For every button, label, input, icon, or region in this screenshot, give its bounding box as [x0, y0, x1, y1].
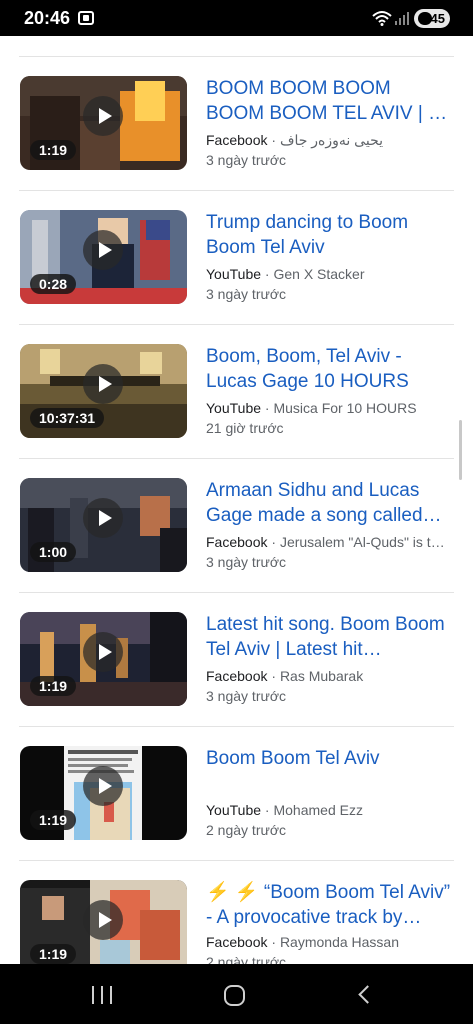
result-date: 3 ngày trước: [206, 152, 287, 168]
result-source: Facebook · Jerusalem "Al-Quds" is t…: [206, 534, 452, 550]
result-source: Facebook · Ras Mubarak: [206, 668, 452, 684]
channel-name: Mohamed Ezz: [273, 802, 363, 818]
video-thumbnail[interactable]: 10:37:31: [20, 344, 187, 438]
wifi-icon: [372, 11, 392, 26]
play-icon[interactable]: [83, 364, 123, 404]
separator: ·: [267, 934, 280, 950]
divider: [19, 56, 454, 57]
video-thumbnail[interactable]: 0:28: [20, 210, 187, 304]
result-title-link[interactable]: BOOM BOOM BOOM BOOM BOOM TEL AVIV | By ي…: [206, 76, 452, 126]
result-date: 3 ngày trước: [206, 554, 287, 570]
status-time: 20:46: [24, 8, 71, 28]
result-source: Facebook · Raymonda Hassan: [206, 934, 452, 950]
source-platform: Facebook: [206, 534, 268, 550]
divider: [19, 324, 454, 325]
play-icon[interactable]: [83, 766, 123, 806]
recent-apps-icon[interactable]: [92, 986, 112, 1004]
separator: ·: [261, 802, 274, 818]
channel-name: يحيى نەوزەر جاف: [279, 132, 383, 148]
result-date: 3 ngày trước: [206, 688, 287, 704]
video-duration: 1:19: [30, 140, 77, 160]
result-title-link[interactable]: ⚡ ⚡ “Boom Boom Tel Aviv” - A provocative…: [206, 880, 452, 930]
separator: ·: [267, 534, 280, 550]
video-duration: 1:19: [30, 810, 77, 830]
video-results-list[interactable]: 1:19 BOOM BOOM BOOM BOOM BOOM TEL AVIV |…: [0, 36, 473, 964]
signal-icon: [395, 12, 409, 25]
channel-name: Gen X Stacker: [273, 266, 365, 282]
source-platform: Facebook: [206, 668, 268, 684]
video-duration: 1:19: [30, 944, 77, 964]
source-platform: YouTube: [206, 266, 262, 282]
video-duration: 1:19: [30, 676, 77, 696]
video-duration: 10:37:31: [30, 408, 105, 428]
play-icon[interactable]: [83, 498, 123, 538]
video-duration: 1:00: [30, 542, 77, 562]
video-result[interactable]: 1:19 ⚡ ⚡ “Boom Boom Tel Aviv” - A provoc…: [0, 880, 473, 964]
result-date: 2 ngày trước: [206, 954, 287, 964]
divider: [19, 458, 454, 459]
play-icon[interactable]: [83, 230, 123, 270]
separator: ·: [267, 668, 280, 684]
source-platform: YouTube: [206, 802, 262, 818]
battery-level: 45: [430, 11, 445, 26]
play-icon[interactable]: [83, 96, 123, 136]
result-date: 3 ngày trước: [206, 286, 287, 302]
result-title-link[interactable]: Trump dancing to Boom Boom Tel Aviv: [206, 210, 452, 260]
result-source: YouTube · Musica For 10 HOURS: [206, 400, 452, 416]
channel-name: Ras Mubarak: [279, 668, 364, 684]
back-icon[interactable]: [358, 985, 377, 1004]
channel-name: Raymonda Hassan: [279, 934, 399, 950]
divider: [19, 592, 454, 593]
video-thumbnail[interactable]: 1:19: [20, 612, 187, 706]
result-title-link[interactable]: Boom Boom Tel Aviv: [206, 746, 452, 771]
channel-name: Musica For 10 HOURS: [273, 400, 417, 416]
screen-recorder-icon: [78, 11, 94, 25]
video-thumbnail[interactable]: 1:19: [20, 76, 187, 170]
result-source: YouTube · Mohamed Ezz: [206, 802, 452, 818]
battery-icon: 45: [414, 9, 450, 28]
video-thumbnail[interactable]: 1:19: [20, 746, 187, 840]
divider: [19, 190, 454, 191]
channel-name: Jerusalem "Al-Quds" is t…: [279, 534, 445, 550]
status-bar: 20:46 45: [0, 0, 473, 36]
charging-icon: [418, 12, 432, 25]
divider: [19, 726, 454, 727]
video-thumbnail[interactable]: 1:00: [20, 478, 187, 572]
source-platform: Facebook: [206, 934, 268, 950]
result-date: 2 ngày trước: [206, 822, 287, 838]
result-source: Facebook · يحيى نەوزەر جاف: [206, 132, 452, 149]
separator: ·: [267, 132, 280, 148]
video-thumbnail[interactable]: 1:19: [20, 880, 187, 964]
home-icon[interactable]: [224, 985, 245, 1006]
scrollbar[interactable]: [459, 420, 462, 480]
source-platform: YouTube: [206, 400, 262, 416]
separator: ·: [261, 266, 274, 282]
play-icon[interactable]: [83, 900, 123, 940]
video-duration: 0:28: [30, 274, 77, 294]
result-title-link[interactable]: Armaan Sidhu and Lucas Gage made a song …: [206, 478, 452, 528]
play-icon[interactable]: [83, 632, 123, 672]
separator: ·: [261, 400, 274, 416]
result-source: YouTube · Gen X Stacker: [206, 266, 452, 282]
divider: [19, 860, 454, 861]
result-title-link[interactable]: Boom, Boom, Tel Aviv - Lucas Gage 10 HOU…: [206, 344, 452, 394]
navigation-bar: [0, 964, 473, 1024]
result-title-link[interactable]: Latest hit song. Boom Boom Tel Aviv | La…: [206, 612, 452, 662]
source-platform: Facebook: [206, 132, 268, 148]
result-date: 21 giờ trước: [206, 420, 284, 436]
